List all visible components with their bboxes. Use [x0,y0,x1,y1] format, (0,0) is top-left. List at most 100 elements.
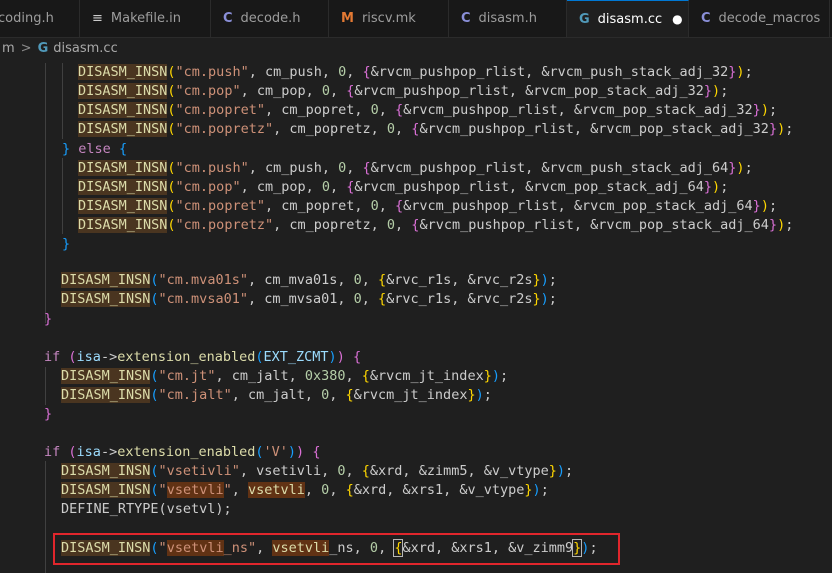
indent-guide [45,367,46,405]
code-token: ( [68,444,77,460]
code-token: , cm_jalt, [215,368,305,384]
code-token: ) [760,198,769,214]
code-token: ( [150,387,159,403]
code-token: ) [491,368,500,384]
indent-guide [45,461,46,573]
code-token: , cm_mva01s, [247,272,354,288]
code-line[interactable]: } [62,235,70,254]
code-line[interactable]: DISASM_INSN("cm.push", cm_push, 0, {&rvc… [78,63,753,82]
code-token: , [378,198,396,214]
code-token: , [329,482,346,498]
code-line[interactable]: } [44,405,52,424]
code-token: { [395,198,404,214]
code-token: ) [760,102,769,118]
code-token: &rvc_r1s, &rvc_r2s [386,291,533,307]
code-token: ( [150,272,159,288]
code-token: "cm.push" [175,160,249,176]
code-token: } [532,272,541,288]
code-line[interactable]: DISASM_INSN("cm.mva01s", cm_mva01s, 0, {… [61,271,557,290]
code-line[interactable]: DISASM_INSN("cm.mvsa01", cm_mvsa01, 0, {… [61,290,557,309]
code-token: , [395,121,412,137]
code-token: vsetvli [166,482,224,498]
code-token: , cm_mvsa01, [247,291,354,307]
code-token: ) [777,121,786,137]
code-token: -> [100,349,118,365]
code-line[interactable]: } [44,310,52,329]
code-token: isa [76,444,101,460]
code-token: } [62,141,71,157]
code-line[interactable]: if (isa->extension_enabled('V')) { [44,443,320,462]
code-token: } [752,198,761,214]
code-token: &xrd, &xrs1, &v_vtype [353,482,525,498]
code-line[interactable]: DISASM_INSN("cm.pop", cm_pop, 0, {&rvcm_… [78,178,728,197]
code-line[interactable]: DISASM_INSN("cm.jalt", cm_jalt, 0, {&rvc… [61,386,492,405]
code-token: DISASM_INSN [78,121,168,137]
code-token: EXT_ZCMT [263,349,329,365]
code-line[interactable]: DISASM_INSN("cm.pop", cm_pop, 0, {&rvcm_… [78,82,728,101]
code-token: , cm_popretz, [273,217,387,233]
tab-decode-h[interactable]: Cdecode.h [211,0,329,37]
code-token: 0 [321,179,330,195]
code-token: ; [720,179,729,195]
code-line[interactable]: DEFINE_RTYPE(vsetvl); [61,500,232,519]
code-token: ) [712,83,721,99]
code-token: "cm.mva01s" [158,272,248,288]
code-token: ( [167,83,176,99]
makefile-icon: M [341,11,354,26]
code-token: , [345,463,362,479]
code-token: &rvcm_pushpop_rlist, &rvcm_pop_stack_adj… [403,102,753,118]
code-token: ( [255,444,264,460]
code-token: &rvcm_pushpop_rlist, &rvcm_pop_stack_adj… [419,217,769,233]
indent-guide [62,158,63,234]
code-line[interactable]: DISASM_INSN("cm.jt", cm_jalt, 0x380, {&r… [61,367,508,386]
code-token: "vsetivli" [158,463,240,479]
code-line[interactable]: if (isa->extension_enabled(EXT_ZCMT)) { [44,348,361,367]
code-line[interactable]: DISASM_INSN("vsetivli", vsetivli, 0, {&x… [61,462,573,481]
code-editor[interactable]: DISASM_INSN("cm.push", cm_push, 0, {&rvc… [0,63,832,573]
code-token: 0 [353,272,362,288]
code-token: else [78,141,111,157]
code-token: { [312,444,321,460]
code-token: } [703,83,713,99]
code-token: { [361,368,370,384]
code-line[interactable]: DISASM_INSN("cm.popret", cm_popret, 0, {… [78,197,777,216]
code-line[interactable]: DISASM_INSN("cm.popret", cm_popret, 0, {… [78,101,777,120]
code-token: } [703,179,713,195]
tab-label: coding.h [0,11,54,26]
tab-coding-h[interactable]: coding.h [0,0,80,37]
c-header-icon: C [223,11,233,26]
tab-makefile-in[interactable]: ≡ Makefile.in [80,0,211,37]
code-line[interactable]: DISASM_INSN("cm.popretz", cm_popretz, 0,… [78,120,793,139]
code-line[interactable]: DISASM_INSN("cm.push", cm_push, 0, {&rvc… [78,159,753,178]
tab-decode-macros[interactable]: Cdecode_macros [689,0,830,37]
code-token: } [483,368,492,384]
code-token: &rvcm_pushpop_rlist, &rvcm_push_stack_ad… [370,160,729,176]
cpp-file-icon: G [37,40,49,56]
code-token: 0x380 [304,368,346,384]
breadcrumb-file[interactable]: disasm.cc [53,41,117,56]
code-token: &rvcm_jt_index [353,387,468,403]
code-token: &rvcm_pushpop_rlist, &rvcm_pop_stack_adj… [403,198,753,214]
code-line[interactable]: DISASM_INSN("vsetvli", vsetvli, 0, {&xrd… [61,481,549,500]
code-token: ) [296,444,305,460]
code-token: ( [167,217,176,233]
breadcrumb-parent[interactable]: m [2,41,15,56]
c-header-icon: C [461,11,471,26]
code-line[interactable]: DISASM_INSN("cm.popretz", cm_popretz, 0,… [78,216,793,235]
tab-disasm-h[interactable]: Cdisasm.h [449,0,567,37]
unsaved-dot-icon[interactable]: ● [672,12,682,26]
code-token: ) [556,463,566,479]
tab-riscv-mk[interactable]: Mriscv.mk [329,0,449,37]
code-token: &rvcm_pushpop_rlist, &rvcm_push_stack_ad… [370,64,729,80]
code-token: } [467,387,476,403]
code-token: DEFINE_RTYPE(vsetvl); [61,501,232,517]
code-token: ( [150,463,159,479]
code-token: , [346,64,363,80]
code-line[interactable]: } else { [62,140,127,159]
code-token: ) [532,482,541,498]
tab-disasm-cc[interactable]: Gdisasm.cc ● [567,0,689,37]
code-token: ( [167,160,176,176]
code-token: 0 [370,102,379,118]
code-token: if [44,349,61,365]
